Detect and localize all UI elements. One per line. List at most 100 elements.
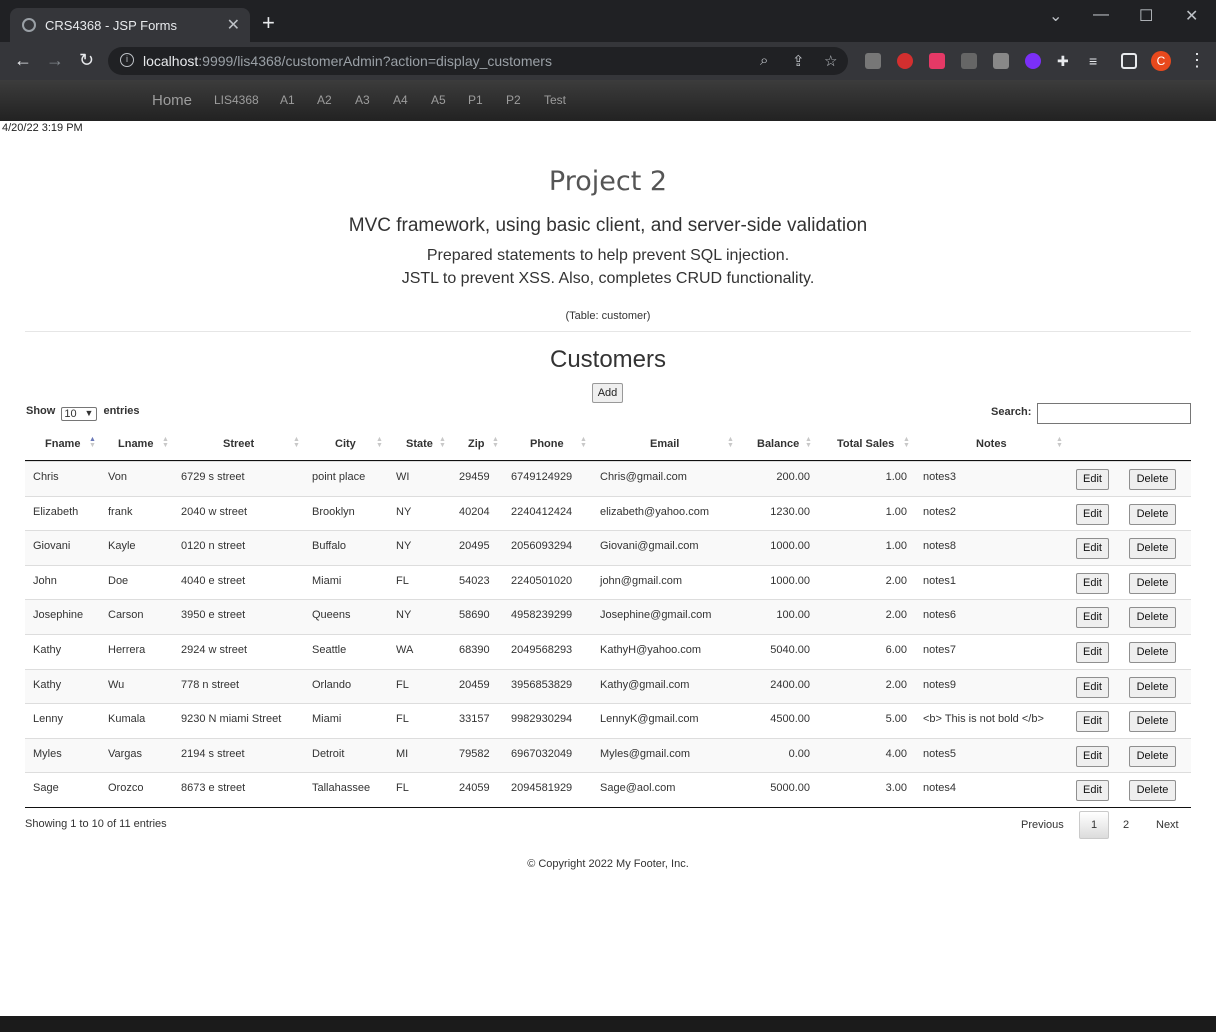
delete-button[interactable]: Delete [1129, 745, 1176, 767]
delete-button[interactable]: Delete [1129, 607, 1176, 629]
edit-button[interactable]: Edit [1076, 711, 1109, 733]
delete-button[interactable]: Delete [1129, 780, 1176, 802]
search-input[interactable] [1037, 403, 1191, 424]
zoom-icon[interactable]: ⌕ [760, 52, 768, 69]
cell-city: Orlando [312, 678, 352, 691]
nav-item-lis4368[interactable]: LIS4368 [214, 93, 259, 107]
media-icon[interactable]: ≡ [1089, 53, 1105, 69]
cell-balance: 1230.00 [770, 505, 810, 518]
page-length-select[interactable]: 10 ▼ [61, 407, 98, 421]
nav-item-a3[interactable]: A3 [355, 93, 370, 107]
pagination-page-1[interactable]: 1 [1079, 811, 1109, 839]
delete-button[interactable]: Delete [1129, 676, 1176, 698]
sort-icon[interactable]: ▲ ▼ [727, 436, 734, 449]
column-header-notes[interactable]: Notes [976, 438, 1007, 450]
edit-button[interactable]: Edit [1076, 469, 1109, 490]
nav-item-p2[interactable]: P2 [506, 93, 521, 107]
nav-item-a1[interactable]: A1 [280, 93, 295, 107]
edit-button[interactable]: Edit [1076, 572, 1109, 594]
edit-button[interactable]: Edit [1076, 676, 1109, 698]
extension-icon[interactable] [865, 53, 881, 69]
dark-mode-icon[interactable] [1025, 53, 1041, 69]
browser-tab[interactable]: CRS4368 - JSP Forms ✕ [10, 8, 250, 42]
puzzle-icon[interactable]: ✚ [1057, 53, 1073, 69]
delete-button[interactable]: Delete [1129, 538, 1176, 560]
delete-button[interactable]: Delete [1129, 711, 1176, 733]
column-header-city[interactable]: City [335, 438, 356, 450]
share-icon[interactable]: ⇪ [792, 52, 805, 70]
sort-icon[interactable]: ▲ ▼ [376, 436, 383, 449]
page-subtitle: MVC framework, using basic client, and s… [348, 215, 868, 236]
column-header-email[interactable]: Email [650, 438, 679, 450]
close-window-icon[interactable]: ✕ [1185, 6, 1198, 26]
column-header-state[interactable]: State [406, 438, 433, 450]
cell-city: Queens [312, 609, 351, 622]
url-text[interactable]: localhost:9999/lis4368/customerAdmin?act… [143, 53, 552, 69]
site-info-icon[interactable]: i [120, 53, 134, 67]
cell-lname: frank [108, 505, 133, 518]
nav-item-a2[interactable]: A2 [317, 93, 332, 107]
cell-balance: 4500.00 [770, 713, 810, 726]
browser-menu-icon[interactable]: ⋮ [1188, 50, 1206, 71]
maximize-icon[interactable]: ☐ [1139, 6, 1153, 26]
column-header-total-sales[interactable]: Total Sales [837, 438, 894, 450]
nav-item-a5[interactable]: A5 [431, 93, 446, 107]
column-header-zip[interactable]: Zip [468, 438, 485, 450]
edit-button[interactable]: Edit [1076, 780, 1109, 802]
delete-button[interactable]: Delete [1129, 572, 1176, 594]
browser-toolbar: ← → ↻ i localhost:9999/lis4368/customerA… [0, 42, 1216, 80]
edit-button[interactable]: Edit [1076, 503, 1109, 525]
back-icon[interactable]: ← [14, 51, 32, 69]
cell-lname: Herrera [108, 644, 146, 656]
sort-icon[interactable]: ▲ ▼ [805, 436, 812, 449]
delete-button[interactable]: Delete [1129, 642, 1176, 663]
sort-icon[interactable]: ▲ ▼ [162, 436, 169, 449]
sort-icon[interactable]: ▲ ▼ [580, 436, 587, 449]
profile-avatar[interactable]: C [1151, 51, 1171, 71]
sort-asc-icon[interactable]: ▲ ▼ [89, 436, 96, 449]
column-header-phone[interactable]: Phone [530, 438, 564, 450]
pagination-page-2[interactable]: 2 [1123, 819, 1129, 831]
column-header-balance[interactable]: Balance [757, 438, 799, 450]
delete-button[interactable]: Delete [1129, 503, 1176, 525]
column-header-lname[interactable]: Lname [118, 438, 153, 450]
function-icon[interactable] [961, 53, 977, 69]
cell-phone: 6967032049 [511, 747, 573, 760]
edit-button[interactable]: Edit [1076, 745, 1109, 767]
add-customer-button[interactable]: Add [592, 383, 623, 403]
reload-icon[interactable]: ↻ [79, 51, 94, 69]
extension-icon[interactable] [929, 53, 945, 69]
sort-icon[interactable]: ▲ ▼ [1056, 436, 1063, 449]
delete-button[interactable]: Delete [1129, 469, 1176, 490]
table-row: Chris Von 6729 s street point place WI 29459 6… [25, 461, 1191, 496]
column-header-fname[interactable]: Fname [45, 438, 80, 450]
entries-label: entries [103, 405, 140, 417]
edit-button[interactable]: Edit [1076, 538, 1109, 560]
pagination-next[interactable]: Next [1156, 819, 1179, 831]
tab-search-icon[interactable]: ⌄ [1049, 6, 1062, 26]
column-header-street[interactable]: Street [223, 438, 254, 450]
cell-state: NY [396, 540, 412, 553]
sort-icon[interactable]: ▲ ▼ [293, 436, 300, 449]
forward-icon[interactable]: → [46, 51, 64, 69]
sort-icon[interactable]: ▲ ▼ [439, 436, 446, 449]
bookmark-star-icon[interactable]: ☆ [824, 52, 837, 70]
edit-button[interactable]: Edit [1076, 607, 1109, 629]
close-tab-icon[interactable]: ✕ [227, 15, 240, 35]
address-bar[interactable]: i localhost:9999/lis4368/customerAdmin?a… [108, 47, 848, 75]
nav-item-test[interactable]: Test [544, 93, 566, 107]
nav-item-a4[interactable]: A4 [393, 93, 408, 107]
sort-icon[interactable]: ▲ ▼ [492, 436, 499, 449]
sort-icon[interactable]: ▲ ▼ [903, 436, 910, 449]
minimize-icon[interactable]: — [1093, 6, 1109, 24]
adblock-icon[interactable] [897, 53, 913, 69]
edit-button[interactable]: Edit [1076, 642, 1109, 663]
new-tab-button[interactable]: + [262, 12, 275, 34]
pagination-previous[interactable]: Previous [1021, 819, 1064, 831]
nav-item-p1[interactable]: P1 [468, 93, 483, 107]
nav-home[interactable]: Home [152, 92, 192, 109]
extension-icon[interactable] [993, 53, 1009, 69]
side-panel-icon[interactable] [1121, 53, 1137, 69]
cell-city: Miami [312, 574, 342, 587]
search-label: Search: [991, 406, 1032, 418]
